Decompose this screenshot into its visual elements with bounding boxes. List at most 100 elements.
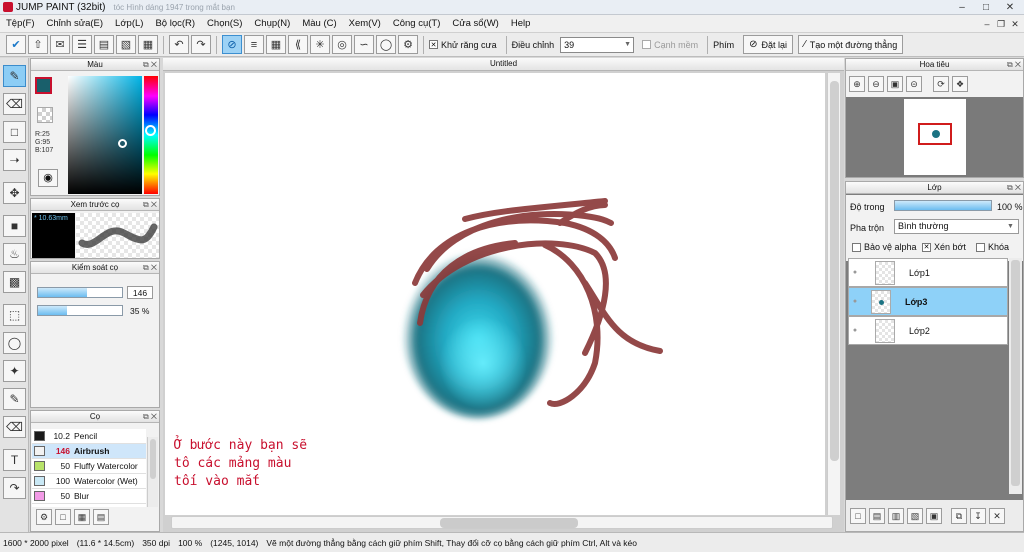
- fit-window-icon[interactable]: ▣: [887, 76, 903, 92]
- drawing-canvas[interactable]: Ở bước này bạn sẽ tô các mảng màu tối và…: [165, 73, 825, 515]
- canvas-vertical-scrollbar[interactable]: [827, 73, 840, 515]
- hue-slider[interactable]: [144, 76, 158, 194]
- layer-row-2[interactable]: ● Lớp2: [848, 316, 1008, 345]
- menu-filter[interactable]: Bộ lọc(R): [149, 18, 201, 29]
- close-button[interactable]: ✕: [998, 0, 1022, 14]
- snap-radial-icon[interactable]: ✳: [310, 35, 330, 54]
- saturation-value-picker[interactable]: [68, 76, 142, 194]
- magic-wand-tool-icon[interactable]: ✦: [3, 360, 26, 382]
- layer-visibility-icon[interactable]: ●: [849, 269, 861, 276]
- minimize-button[interactable]: –: [950, 0, 974, 14]
- comment-icon[interactable]: ✉: [50, 35, 70, 54]
- snap-ellipse-icon[interactable]: ◯: [376, 35, 396, 54]
- canvas-horizontal-scrollbar[interactable]: [171, 516, 833, 529]
- menu-tools[interactable]: Công cụ(T): [387, 18, 447, 29]
- lasso-tool-icon[interactable]: ◯: [3, 332, 26, 354]
- move-tool-icon[interactable]: ✥: [3, 182, 26, 204]
- layer-list-scrollbar[interactable]: [1009, 258, 1022, 494]
- panel-popout-icon[interactable]: ⧉ ✕: [143, 59, 157, 70]
- page-grid-icon[interactable]: ▦: [138, 35, 158, 54]
- layer-opacity-slider[interactable]: [894, 200, 992, 211]
- palette-icon[interactable]: ◉: [38, 169, 58, 187]
- undo-icon[interactable]: ↶: [169, 35, 189, 54]
- horizontal-scroll-thumb[interactable]: [440, 518, 578, 528]
- snap-off-icon[interactable]: ⊘: [222, 35, 242, 54]
- doc-restore-button[interactable]: ❐: [994, 17, 1008, 31]
- vertical-scroll-thumb[interactable]: [830, 81, 839, 461]
- menu-color[interactable]: Màu (C): [296, 18, 342, 29]
- fill-rect-tool-icon[interactable]: ■: [3, 215, 26, 237]
- panel-popout-icon[interactable]: ⧉ ✕: [143, 199, 157, 210]
- new-brush-icon[interactable]: □: [55, 509, 71, 525]
- transparent-color-swatch[interactable]: [37, 107, 53, 123]
- main-color-swatch[interactable]: [35, 77, 52, 94]
- brush-menu-icon[interactable]: ▦: [74, 509, 90, 525]
- line-tool-icon[interactable]: ➝: [3, 149, 26, 171]
- brush-item-fluffy-watercolor[interactable]: 50 Fluffy Watercolor: [32, 459, 146, 474]
- menu-edit[interactable]: Chỉnh sửa(E): [41, 18, 110, 29]
- operation-tool-icon[interactable]: ↷: [3, 477, 26, 499]
- opacity-slider[interactable]: [37, 305, 123, 316]
- menu-layer[interactable]: Lớp(L): [109, 18, 149, 29]
- panel-popout-icon[interactable]: ⧉ ✕: [1007, 59, 1021, 70]
- snap-grid-icon[interactable]: ▦: [266, 35, 286, 54]
- zoom-in-icon[interactable]: ⊕: [849, 76, 865, 92]
- navigator-preview[interactable]: [846, 97, 1023, 177]
- panel-popout-icon[interactable]: ⧉ ✕: [143, 262, 157, 273]
- snap-curve-icon[interactable]: ∽: [354, 35, 374, 54]
- select-pen-tool-icon[interactable]: ✎: [3, 388, 26, 410]
- menu-help[interactable]: Help: [505, 18, 537, 29]
- clip-checkbox[interactable]: ✕ Xén bớt: [922, 242, 966, 252]
- layer-row-3[interactable]: ● Lớp3: [848, 287, 1008, 316]
- gradient-tool-icon[interactable]: ▩: [3, 271, 26, 293]
- menu-window[interactable]: Cửa sổ(W): [446, 18, 504, 29]
- snap-vanish-icon[interactable]: ⟪: [288, 35, 308, 54]
- brush-item-watercolor-wet[interactable]: 100 Watercolor (Wet): [32, 474, 146, 489]
- brush-settings-icon[interactable]: ⚙: [36, 509, 52, 525]
- redo-icon[interactable]: ↷: [191, 35, 211, 54]
- new-halftone-layer-icon[interactable]: ▧: [907, 508, 923, 524]
- reset-view-icon[interactable]: ❖: [952, 76, 968, 92]
- select-rect-tool-icon[interactable]: ⬚: [3, 304, 26, 326]
- bucket-tool-icon[interactable]: ♨: [3, 243, 26, 265]
- eraser-tool-icon[interactable]: ⌫: [3, 93, 26, 115]
- layer-visibility-icon[interactable]: ●: [849, 327, 861, 334]
- page-icon[interactable]: ▤: [94, 35, 114, 54]
- doc-minimize-button[interactable]: –: [980, 17, 994, 31]
- snap-parallel-icon[interactable]: ≡: [244, 35, 264, 54]
- panel-popout-icon[interactable]: ⧉ ✕: [143, 411, 157, 422]
- cloud-check-icon[interactable]: ✔: [6, 35, 26, 54]
- size-slider[interactable]: [37, 287, 123, 298]
- size-value[interactable]: 146: [127, 286, 153, 299]
- panel-popout-icon[interactable]: ⧉ ✕: [1007, 182, 1021, 193]
- layer-row-1[interactable]: ● Lớp1: [848, 258, 1008, 287]
- menu-file[interactable]: Tệp(F): [0, 18, 41, 29]
- brush-export-icon[interactable]: ▤: [93, 509, 109, 525]
- document-tab[interactable]: Untitled: [163, 58, 844, 71]
- new-layer-icon[interactable]: □: [850, 508, 866, 524]
- share-icon[interactable]: ⇧: [28, 35, 48, 54]
- reset-button[interactable]: ⊘ Đặt lại: [743, 35, 794, 54]
- snap-circle-icon[interactable]: ◎: [332, 35, 352, 54]
- shape-tool-icon[interactable]: □: [3, 121, 26, 143]
- page-list-icon[interactable]: ▧: [116, 35, 136, 54]
- blend-combo[interactable]: Bình thường ▼: [894, 219, 1019, 234]
- brush-list-scrollbar[interactable]: [147, 437, 158, 507]
- rotate-icon[interactable]: ⟳: [933, 76, 949, 92]
- soft-edge-checkbox[interactable]: Cạnh mềm: [642, 40, 698, 50]
- zoom-actual-icon[interactable]: ⊝: [906, 76, 922, 92]
- adjust-combo[interactable]: 39 ▼: [560, 36, 635, 53]
- protect-alpha-checkbox[interactable]: Bảo vệ alpha: [852, 242, 917, 252]
- line-button[interactable]: ∕ Tạo một đường thẳng: [798, 35, 904, 54]
- new-folder-icon[interactable]: ▣: [926, 508, 942, 524]
- snap-settings-icon[interactable]: ⚙: [398, 35, 418, 54]
- navigator-viewport[interactable]: [918, 123, 952, 145]
- text-tool-icon[interactable]: T: [3, 449, 26, 471]
- brush-item-blur[interactable]: 50 Blur: [32, 489, 146, 504]
- menu-capture[interactable]: Chụp(N): [248, 18, 296, 29]
- doc-close-button[interactable]: ✕: [1008, 17, 1022, 31]
- delete-layer-icon[interactable]: ✕: [989, 508, 1005, 524]
- zoom-out-icon[interactable]: ⊖: [868, 76, 884, 92]
- antialias-checkbox[interactable]: ✕ Khử răng cưa: [429, 40, 497, 50]
- maximize-button[interactable]: □: [974, 0, 998, 14]
